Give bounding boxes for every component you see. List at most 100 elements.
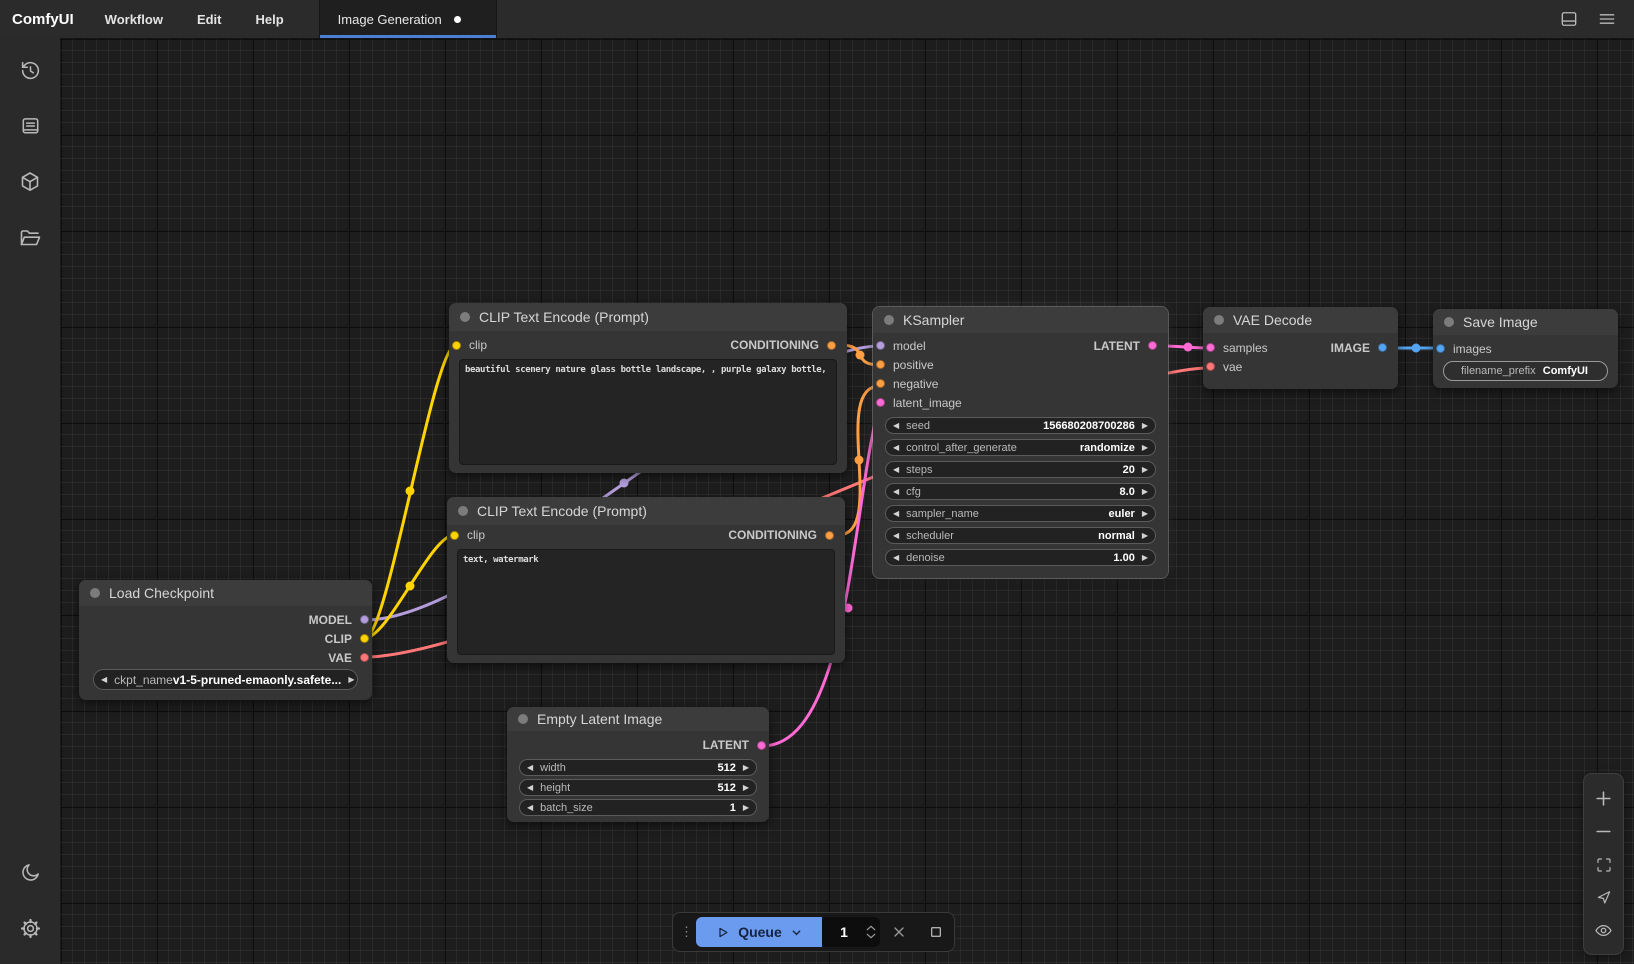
- node-graph-canvas[interactable]: [60, 38, 1634, 964]
- node-load-checkpoint[interactable]: Load Checkpoint MODEL CLIP VAE ◀ ckpt_na…: [79, 580, 372, 700]
- drag-handle-icon[interactable]: ⋮: [673, 924, 696, 940]
- node-status-dot: [90, 588, 100, 598]
- seed-widget[interactable]: ◀seed156680208700286▶: [885, 417, 1156, 434]
- sampler-name-widget[interactable]: ◀sampler_nameeuler▶: [885, 505, 1156, 522]
- decrement-arrow-icon[interactable]: ◀: [893, 466, 899, 474]
- queue-button[interactable]: Queue: [696, 917, 822, 947]
- batch-count-input[interactable]: 1: [822, 917, 880, 947]
- prompt-textarea[interactable]: text, watermark: [457, 549, 835, 655]
- denoise-widget[interactable]: ◀denoise1.00▶: [885, 549, 1156, 566]
- output-slot-model[interactable]: [360, 615, 369, 624]
- increment-arrow-icon[interactable]: ▶: [743, 804, 749, 812]
- increment-arrow-icon[interactable]: ▶: [1142, 554, 1148, 562]
- ckpt-name-widget[interactable]: ◀ ckpt_name v1-5-pruned-emaonly.safete..…: [93, 669, 358, 690]
- decrement-arrow-icon[interactable]: ◀: [527, 804, 533, 812]
- select-mode-icon[interactable]: [1595, 888, 1613, 906]
- increment-arrow-icon[interactable]: ▶: [1142, 444, 1148, 452]
- queue-actionbar: ⋮ Queue 1: [672, 912, 955, 952]
- node-vae-decode[interactable]: VAE Decode samples IMAGE vae: [1203, 307, 1398, 389]
- input-slot-clip[interactable]: [450, 531, 459, 540]
- output-slot-clip[interactable]: [360, 634, 369, 643]
- input-slot-clip[interactable]: [452, 341, 461, 350]
- output-slot-image[interactable]: [1378, 343, 1387, 352]
- input-label: positive: [893, 358, 934, 372]
- node-save-image[interactable]: Save Image images filename_prefix ComfyU…: [1433, 309, 1618, 388]
- decrement-arrow-icon[interactable]: ◀: [101, 676, 107, 684]
- node-status-dot: [1444, 317, 1454, 327]
- increment-arrow-icon[interactable]: ▶: [743, 764, 749, 772]
- play-icon: [715, 925, 730, 940]
- model-library-icon[interactable]: [0, 154, 60, 210]
- input-slot-model[interactable]: [876, 341, 885, 350]
- stepper-up-icon[interactable]: [866, 925, 876, 931]
- decrement-arrow-icon[interactable]: ◀: [527, 764, 533, 772]
- node-clip-text-encode-negative[interactable]: CLIP Text Encode (Prompt) clip CONDITION…: [447, 497, 845, 663]
- steps-widget[interactable]: ◀steps20▶: [885, 461, 1156, 478]
- prompt-textarea[interactable]: beautiful scenery nature glass bottle la…: [459, 359, 837, 465]
- output-slot-vae[interactable]: [360, 653, 369, 662]
- increment-arrow-icon[interactable]: ▶: [348, 676, 354, 684]
- clear-queue-icon[interactable]: [880, 924, 917, 940]
- node-title: VAE Decode: [1233, 312, 1312, 328]
- increment-arrow-icon[interactable]: ▶: [1142, 532, 1148, 540]
- output-slot-conditioning[interactable]: [825, 531, 834, 540]
- menu-icon[interactable]: [1588, 0, 1626, 38]
- decrement-arrow-icon[interactable]: ◀: [893, 554, 899, 562]
- output-slot-latent[interactable]: [1148, 341, 1157, 350]
- decrement-arrow-icon[interactable]: ◀: [893, 532, 899, 540]
- decrement-arrow-icon[interactable]: ◀: [893, 510, 899, 518]
- input-slot-positive[interactable]: [876, 360, 885, 369]
- tab-image-generation[interactable]: Image Generation: [319, 0, 497, 38]
- queue-list-icon[interactable]: [0, 98, 60, 154]
- toggle-link-visibility-icon[interactable]: [1594, 921, 1613, 940]
- menu-workflow[interactable]: Workflow: [88, 0, 180, 38]
- top-menubar: ComfyUI Workflow Edit Help Image Generat…: [0, 0, 1634, 39]
- output-label: CLIP: [325, 632, 352, 646]
- increment-arrow-icon[interactable]: ▶: [743, 784, 749, 792]
- node-status-dot: [460, 312, 470, 322]
- node-empty-latent-image[interactable]: Empty Latent Image LATENT ◀width512▶ ◀he…: [507, 707, 769, 822]
- node-ksampler[interactable]: KSampler model LATENT positive negative …: [873, 307, 1168, 578]
- input-slot-vae[interactable]: [1206, 362, 1215, 371]
- zoom-in-icon[interactable]: [1594, 789, 1613, 808]
- menu-help[interactable]: Help: [239, 0, 301, 38]
- canvas-controls-toolbar: [1583, 773, 1624, 955]
- workflows-folder-icon[interactable]: [0, 210, 60, 266]
- output-label: CONDITIONING: [730, 338, 819, 352]
- decrement-arrow-icon[interactable]: ◀: [893, 444, 899, 452]
- node-clip-text-encode-positive[interactable]: CLIP Text Encode (Prompt) clip CONDITION…: [449, 303, 847, 473]
- menu-edit[interactable]: Edit: [180, 0, 239, 38]
- control-after-generate-widget[interactable]: ◀control_after_generaterandomize▶: [885, 439, 1156, 456]
- stop-icon[interactable]: [917, 924, 954, 940]
- stepper-down-icon[interactable]: [866, 933, 876, 939]
- bottom-panel-icon[interactable]: [1550, 0, 1588, 38]
- input-label: latent_image: [893, 396, 962, 410]
- decrement-arrow-icon[interactable]: ◀: [527, 784, 533, 792]
- node-title: Load Checkpoint: [109, 585, 214, 601]
- chevron-down-icon[interactable]: [790, 926, 803, 939]
- input-slot-images[interactable]: [1436, 344, 1445, 353]
- width-widget[interactable]: ◀width512▶: [519, 759, 757, 776]
- input-slot-samples[interactable]: [1206, 343, 1215, 352]
- height-widget[interactable]: ◀height512▶: [519, 779, 757, 796]
- active-tab-underline: [320, 35, 496, 38]
- input-slot-negative[interactable]: [876, 379, 885, 388]
- increment-arrow-icon[interactable]: ▶: [1142, 422, 1148, 430]
- increment-arrow-icon[interactable]: ▶: [1142, 510, 1148, 518]
- output-slot-latent[interactable]: [757, 741, 766, 750]
- input-slot-latent-image[interactable]: [876, 398, 885, 407]
- decrement-arrow-icon[interactable]: ◀: [893, 488, 899, 496]
- cfg-widget[interactable]: ◀cfg8.0▶: [885, 483, 1156, 500]
- increment-arrow-icon[interactable]: ▶: [1142, 488, 1148, 496]
- settings-icon[interactable]: [0, 900, 60, 956]
- increment-arrow-icon[interactable]: ▶: [1142, 466, 1148, 474]
- batch-size-widget[interactable]: ◀batch_size1▶: [519, 799, 757, 816]
- decrement-arrow-icon[interactable]: ◀: [893, 422, 899, 430]
- theme-toggle-icon[interactable]: [0, 844, 60, 900]
- output-slot-conditioning[interactable]: [827, 341, 836, 350]
- fit-view-icon[interactable]: [1595, 856, 1613, 874]
- history-icon[interactable]: [0, 42, 60, 98]
- filename-prefix-widget[interactable]: filename_prefix ComfyUI: [1443, 361, 1608, 381]
- scheduler-widget[interactable]: ◀schedulernormal▶: [885, 527, 1156, 544]
- zoom-out-icon[interactable]: [1594, 822, 1613, 841]
